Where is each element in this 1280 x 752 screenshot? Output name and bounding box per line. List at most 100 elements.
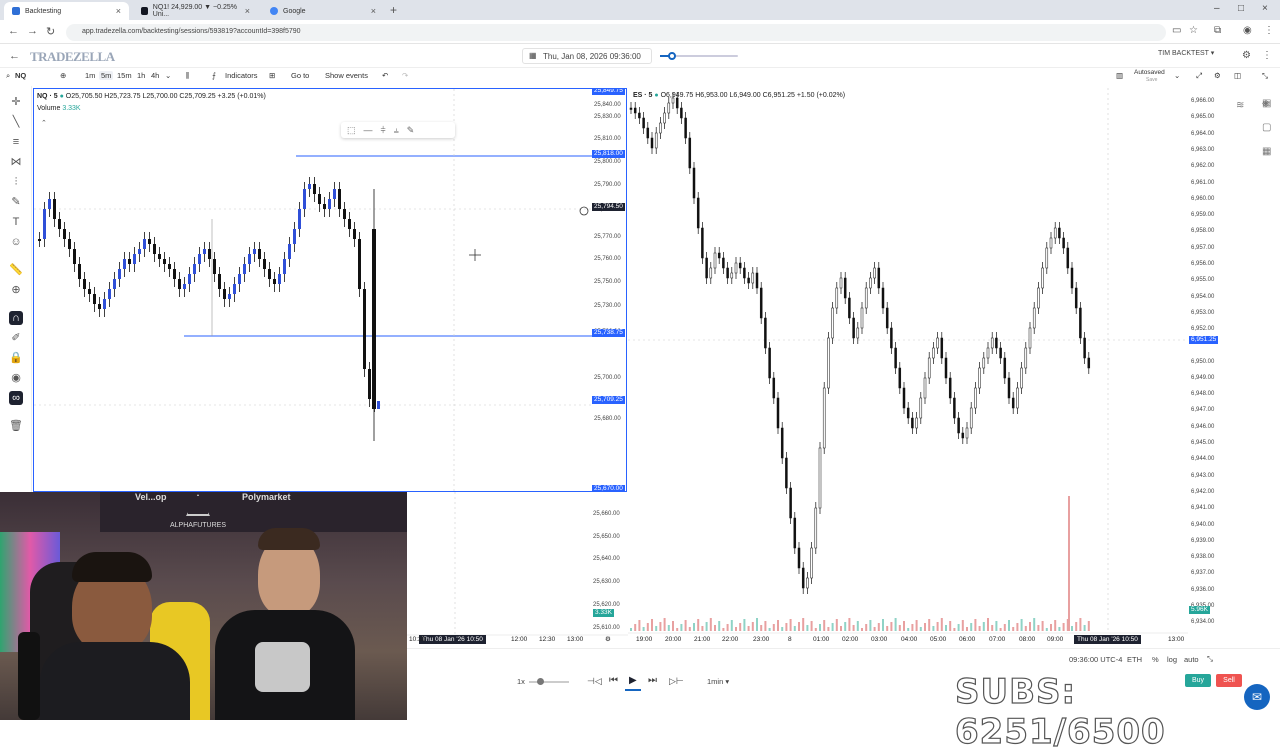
- percent-toggle[interactable]: %: [1152, 655, 1159, 664]
- collapse-legend-icon[interactable]: ⌃: [41, 119, 47, 127]
- es-chart-pane[interactable]: ES · 5 ● O6,949.75 H6,953.00 L6,949.00 C…: [628, 88, 1252, 648]
- snapshot-camera-icon[interactable]: ◫: [1234, 71, 1241, 80]
- redo-icon[interactable]: ↷: [402, 71, 408, 80]
- nq-lower-area[interactable]: 25,660.00 25,650.00 25,640.00 25,630.00 25,6…: [407, 492, 628, 648]
- replay-interval-select[interactable]: 1min ▾: [707, 677, 729, 686]
- minimize-icon[interactable]: –: [1214, 3, 1220, 14]
- lock-pencil-icon[interactable]: ✐: [9, 331, 23, 345]
- interval-5m[interactable]: 5m: [99, 71, 114, 80]
- log-toggle[interactable]: log: [1167, 655, 1177, 664]
- interval-15m[interactable]: 15m: [117, 71, 132, 80]
- profile-avatar-icon[interactable]: ◉: [1243, 25, 1252, 36]
- indicators-button[interactable]: Indicators: [225, 71, 258, 80]
- interval-1m[interactable]: 1m: [85, 71, 95, 80]
- play-icon[interactable]: ▶: [629, 675, 637, 686]
- interval-dropdown-icon[interactable]: ⌄: [165, 71, 171, 80]
- close-tab-icon[interactable]: ×: [371, 6, 376, 16]
- browser-menu-icon[interactable]: ⋮: [1264, 25, 1274, 36]
- extensions-icon[interactable]: ⧉: [1214, 25, 1221, 36]
- tradezella-logo[interactable]: TRADEZELLA: [30, 49, 115, 65]
- trendline-tool-icon[interactable]: ╲: [9, 115, 23, 129]
- step-back-icon[interactable]: ⊣◁: [587, 676, 602, 687]
- zoom-in-icon[interactable]: ⊕: [9, 283, 23, 297]
- magnet-icon[interactable]: ∩: [9, 311, 23, 325]
- timezone-label[interactable]: 09:36:00 UTC-4: [1069, 655, 1122, 664]
- pattern-tool-icon[interactable]: ⋈: [9, 155, 23, 169]
- url-input[interactable]: app.tradezella.com/backtesting/sessions/…: [66, 24, 1166, 41]
- interval-1h[interactable]: 1h: [137, 71, 145, 80]
- replay-datetime-field[interactable]: ▦ Thu, Jan 08, 2026 09:36:00: [522, 48, 652, 64]
- clipboard-icon[interactable]: ▢: [1262, 122, 1271, 133]
- bookmark-star-icon[interactable]: ☆: [1189, 25, 1198, 36]
- short-position-icon[interactable]: ⫨: [394, 125, 399, 136]
- go-to-button[interactable]: Go to: [291, 71, 309, 80]
- brush-tool-icon[interactable]: ✎: [9, 195, 23, 209]
- undo-icon[interactable]: ↶: [382, 71, 388, 80]
- nq-chart-pane[interactable]: NQ · 5 ● O25,705.50 H25,723.75 L25,700.0…: [33, 88, 627, 492]
- interval-4h[interactable]: 4h: [151, 71, 159, 80]
- jump-to-end-icon[interactable]: ▷⊢: [669, 676, 684, 687]
- layers-stack-icon[interactable]: ≋: [1236, 100, 1244, 111]
- emoji-tool-icon[interactable]: ☺: [9, 235, 23, 249]
- fullscreen-icon[interactable]: ⤢: [1196, 71, 1202, 81]
- slider-handle[interactable]: [668, 52, 676, 60]
- replay-progress-slider[interactable]: [660, 52, 738, 60]
- fib-tool-icon[interactable]: ⫶: [9, 175, 23, 189]
- eye-icon[interactable]: ◉: [9, 371, 23, 385]
- es-symbol[interactable]: ES · 5: [633, 92, 652, 99]
- settings-gear-icon[interactable]: ⚙: [1214, 71, 1221, 80]
- settings-gear-icon[interactable]: ⚙: [1242, 50, 1251, 61]
- close-tab-icon[interactable]: ×: [245, 6, 250, 16]
- notes-icon[interactable]: ▤: [1262, 98, 1271, 109]
- lock-icon[interactable]: 🔒: [9, 351, 23, 365]
- next-candle-icon[interactable]: ⏭: [648, 675, 657, 686]
- line-tool-icon[interactable]: —: [364, 125, 373, 135]
- chat-support-icon[interactable]: ✉: [1244, 684, 1270, 710]
- add-symbol-icon[interactable]: ⊕: [60, 71, 66, 80]
- maximize-icon[interactable]: □: [1238, 3, 1244, 14]
- chevron-down-icon[interactable]: ⌄: [1174, 71, 1180, 80]
- text-tool-icon[interactable]: T: [9, 215, 23, 229]
- forward-arrow-icon[interactable]: →: [27, 25, 38, 37]
- tab-tradingview[interactable]: NQ1! 24,929.00 ▼ −0.25% Uni... ×: [133, 2, 258, 20]
- speed-value[interactable]: 1x: [517, 677, 525, 686]
- candle-style-icon[interactable]: ⫼: [186, 71, 189, 81]
- tab-backtesting[interactable]: Backtesting ×: [4, 2, 129, 20]
- cast-icon[interactable]: ▭: [1172, 25, 1181, 36]
- back-arrow-icon[interactable]: ←: [9, 50, 20, 62]
- trash-icon[interactable]: 🗑: [9, 419, 23, 433]
- calendar-icon[interactable]: ▦: [1262, 146, 1271, 157]
- account-selector[interactable]: TIM BACKTEST ▾: [1158, 49, 1214, 57]
- nq-candles-svg[interactable]: [34, 89, 627, 492]
- long-position-icon[interactable]: ⫩: [381, 125, 386, 136]
- link-icon[interactable]: ∞: [9, 391, 23, 405]
- horizontal-lines-tool-icon[interactable]: ≡: [9, 135, 23, 149]
- nq-symbol[interactable]: NQ · 5: [37, 93, 58, 100]
- show-events-button[interactable]: Show events: [325, 71, 368, 80]
- layout-grid-icon[interactable]: ⊞: [269, 71, 275, 80]
- close-tab-icon[interactable]: ×: [116, 6, 121, 16]
- time-axis-settings-icon[interactable]: ⚙: [605, 635, 611, 643]
- back-arrow-icon[interactable]: ←: [8, 25, 19, 37]
- auto-toggle[interactable]: auto: [1184, 655, 1199, 664]
- es-candle: [734, 262, 738, 274]
- reload-icon[interactable]: ↻: [46, 25, 55, 38]
- collapse-icon[interactable]: ⤡: [1262, 71, 1268, 81]
- symbol-name[interactable]: NQ: [15, 71, 26, 80]
- es-candles-svg[interactable]: [628, 88, 1252, 648]
- session-toggle[interactable]: ETH: [1127, 655, 1142, 664]
- crosshair-tool-icon[interactable]: ✛: [9, 95, 23, 109]
- rectangle-tool-icon[interactable]: ⬚: [347, 125, 356, 136]
- speed-slider[interactable]: [529, 678, 569, 685]
- new-tab-button[interactable]: +: [390, 3, 397, 17]
- more-options-icon[interactable]: ⋮: [1262, 50, 1272, 61]
- previous-candle-icon[interactable]: ⏮: [609, 675, 618, 686]
- layout-split-icon[interactable]: ▥: [1116, 71, 1123, 80]
- ruler-tool-icon[interactable]: 📏: [9, 263, 23, 277]
- close-window-icon[interactable]: ×: [1262, 3, 1268, 14]
- pen-tool-icon[interactable]: ✎: [407, 125, 415, 136]
- search-symbol-icon[interactable]: ⌕: [6, 71, 10, 81]
- chart-settings-icon[interactable]: ⤡: [1207, 654, 1213, 664]
- add-alert-icon[interactable]: [579, 206, 589, 216]
- tab-google[interactable]: Google ×: [262, 2, 384, 20]
